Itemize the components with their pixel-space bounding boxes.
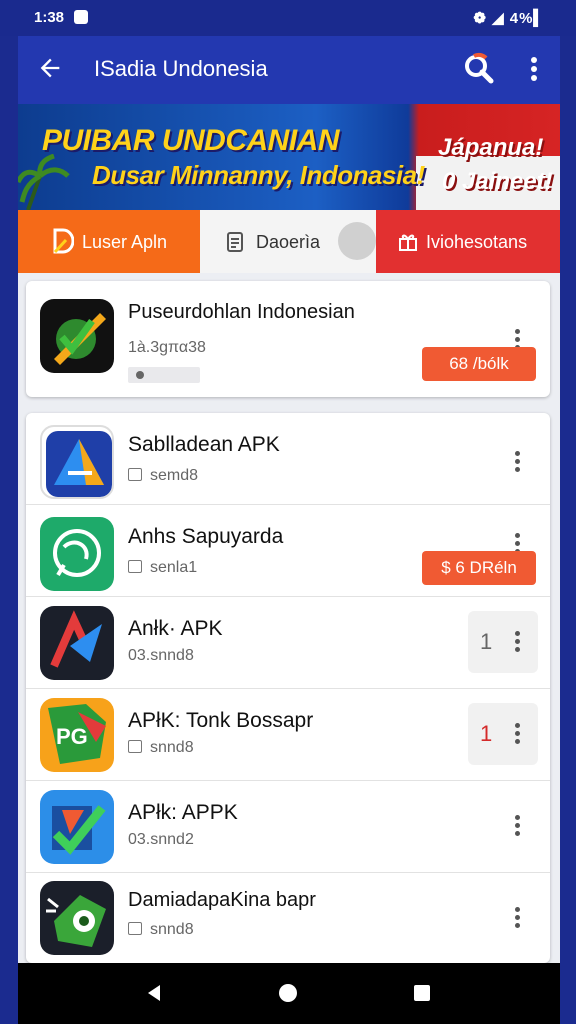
more-options-icon[interactable]: [512, 449, 522, 475]
badge-count: 1: [480, 721, 493, 746]
tab-daoeria[interactable]: Daoerìa: [200, 210, 376, 273]
app-name: Anłk· APK: [128, 617, 223, 640]
more-options-icon[interactable]: [524, 54, 544, 84]
list-item[interactable]: Anhs Sapuyarda senla1 $ 6 DRéln: [26, 505, 550, 597]
app-icon: [40, 606, 114, 680]
app-name: APłK: Tonk Bossapr: [128, 709, 314, 732]
shield-logo-icon: PG: [48, 704, 106, 764]
app-icon: [40, 881, 114, 955]
list-item[interactable]: PG APłK: Tonk Bossapr snnd8 1: [26, 689, 550, 781]
list-item[interactable]: Anłk· APK 03.snnd8 1: [26, 597, 550, 689]
badge-count: 1: [480, 629, 493, 654]
app-list: Puseurdohlan Indonesian 1à.3gπα38 68 /bó…: [18, 273, 560, 963]
app-icon: [40, 790, 114, 864]
app-size: snnd8: [150, 739, 194, 756]
app-meta: semd8: [128, 467, 198, 485]
arrow-logo-icon: [50, 610, 102, 668]
app-name: Puseurdohlan Indonesian: [128, 301, 355, 323]
gift-icon: [399, 234, 417, 251]
tab-bar: Luser Apln Daoerìa Iviohesotans: [18, 210, 560, 273]
download-button[interactable]: 68 /bólk: [422, 347, 536, 381]
app-meta: snnd8: [128, 921, 194, 939]
document-icon: [227, 232, 243, 252]
featured-app-card[interactable]: Puseurdohlan Indonesian 1à.3gπα38 68 /bó…: [26, 281, 550, 397]
progress-placeholder: [128, 367, 200, 383]
update-badge[interactable]: 1: [468, 703, 538, 765]
system-nav-bar: [18, 963, 560, 1024]
app-name: DamiadapaKina bapr: [128, 889, 316, 911]
app-meta: snnd8: [128, 739, 194, 757]
more-options-icon[interactable]: [512, 905, 522, 931]
tab-label: Daoerìa: [256, 232, 321, 252]
tab-label: Luser Apln: [82, 232, 168, 252]
banner-headline: PUIBAR UNDCANIAN: [42, 124, 340, 157]
back-arrow-icon[interactable]: [36, 54, 64, 82]
app-name: Anhs Sapuyarda: [128, 525, 284, 548]
search-icon[interactable]: [462, 52, 496, 86]
check-logo-icon: [52, 805, 106, 855]
app-meta: 03.snnd2: [128, 831, 194, 848]
tab-label: Iviohesotans: [426, 232, 528, 252]
app-type-icon: [128, 468, 142, 481]
pencil-check-icon: [54, 313, 106, 365]
app-size: semd8: [150, 467, 199, 484]
app-size: senla1: [150, 559, 198, 576]
app-bar: ISadia Undonesia: [18, 36, 560, 104]
list-item[interactable]: Sablladean APK semd8: [26, 413, 550, 505]
screen: 1:38 ❁ ◢ 4%▍ ISadia Undonesia PUIBAR UND…: [0, 0, 576, 1024]
tab-iviohesotans[interactable]: Iviohesotans: [376, 210, 560, 273]
app-name: APłk: APPK: [128, 801, 238, 824]
banner-subheadline: Dusar Minnanny, Indonasia!: [92, 160, 425, 190]
update-badge[interactable]: 1: [468, 611, 538, 673]
app-meta: 03.snnd8: [128, 647, 194, 664]
app-icon: [40, 517, 114, 591]
promo-banner[interactable]: PUIBAR UNDCANIAN Dusar Minnanny, Indonas…: [18, 104, 560, 210]
d-logo-icon: [53, 228, 74, 254]
notification-icon: [74, 10, 88, 24]
app-list-card: Sablladean APK semd8 Anhs Sapuyarda senl…: [26, 413, 550, 963]
banner-right-line-1: Jápanua!: [438, 134, 544, 161]
status-time: 1:38: [34, 9, 65, 26]
app-type-icon: [128, 740, 142, 753]
more-options-icon[interactable]: [512, 813, 522, 839]
page-title: ISadia Undonesia: [94, 56, 268, 81]
app-name: Sablladean APK: [128, 433, 280, 456]
nav-home-icon[interactable]: [278, 983, 298, 1003]
triangle-logo-icon: [46, 431, 112, 497]
app-size: snnd8: [150, 921, 194, 938]
app-icon: [40, 299, 114, 373]
app-meta: 1à.3gπα38: [128, 339, 206, 356]
nav-recents-icon[interactable]: [412, 983, 432, 1003]
app-icon: [40, 425, 114, 499]
app-icon: PG: [40, 698, 114, 772]
list-item[interactable]: DamiadapaKina bapr snnd8: [26, 873, 550, 963]
list-item[interactable]: APłk: APPK 03.snnd2: [26, 781, 550, 873]
more-options-icon[interactable]: [512, 629, 522, 655]
tab-luser-apln[interactable]: Luser Apln: [18, 210, 200, 273]
more-options-icon[interactable]: [512, 721, 522, 747]
touch-indicator: [338, 222, 376, 260]
app-meta: senla1: [128, 559, 197, 577]
status-icons: ❁ ◢ 4%▍: [473, 10, 546, 27]
app-type-icon: [128, 922, 142, 935]
svg-text:PG: PG: [56, 724, 88, 749]
status-bar: 1:38 ❁ ◢ 4%▍: [0, 0, 576, 36]
app-type-icon: [128, 560, 142, 573]
download-button[interactable]: $ 6 DRéln: [422, 551, 536, 585]
nav-back-icon[interactable]: [144, 983, 164, 1003]
chat-bubble-icon: [53, 529, 101, 577]
banner-right-line-2: 0 Jaineet!: [442, 168, 553, 195]
android-logo-icon: [46, 895, 106, 947]
